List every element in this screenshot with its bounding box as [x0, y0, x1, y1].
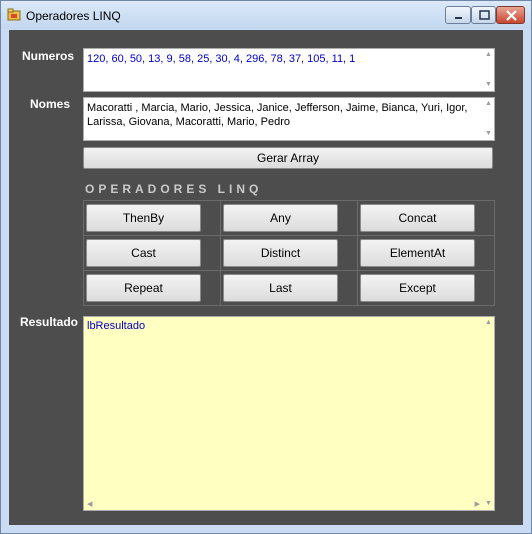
gerar-array-button[interactable]: Gerar Array: [83, 147, 493, 169]
cast-button[interactable]: Cast: [86, 239, 201, 267]
any-button[interactable]: Any: [223, 204, 338, 232]
numeros-label: Numeros: [22, 49, 75, 63]
maximize-icon: [479, 10, 490, 20]
window-title: Operadores LINQ: [26, 9, 121, 23]
elementat-button[interactable]: ElementAt: [360, 239, 475, 267]
app-icon: [7, 8, 21, 21]
scroll-up-icon[interactable]: ▲: [485, 100, 492, 108]
numeros-scrollbar[interactable]: ▲ ▼: [482, 49, 494, 91]
close-button[interactable]: [496, 6, 525, 24]
form-client-area: Numeros 120, 60, 50, 13, 9, 58, 25, 30, …: [9, 30, 523, 525]
except-button[interactable]: Except: [360, 274, 475, 302]
scroll-right-icon[interactable]: ▶: [475, 500, 480, 508]
minimize-icon: [455, 17, 462, 19]
scroll-down-icon[interactable]: ▼: [485, 81, 492, 89]
close-icon: [506, 10, 517, 21]
thenby-button[interactable]: ThenBy: [86, 204, 201, 232]
numeros-value: 120, 60, 50, 13, 9, 58, 25, 30, 4, 296, …: [87, 53, 356, 65]
repeat-button[interactable]: Repeat: [86, 274, 201, 302]
numeros-textbox[interactable]: 120, 60, 50, 13, 9, 58, 25, 30, 4, 296, …: [83, 48, 495, 92]
resultado-text: lbResultado: [87, 320, 146, 332]
scroll-up-icon[interactable]: ▲: [485, 51, 492, 59]
grid-divider: [84, 270, 494, 271]
scroll-down-icon[interactable]: ▼: [485, 500, 492, 508]
section-title: OPERADORES LINQ: [85, 182, 263, 196]
last-button[interactable]: Last: [223, 274, 338, 302]
title-bar[interactable]: Operadores LINQ: [1, 1, 531, 29]
scroll-down-icon[interactable]: ▼: [485, 130, 492, 138]
maximize-button[interactable]: [471, 6, 496, 24]
distinct-button[interactable]: Distinct: [223, 239, 338, 267]
nomes-scrollbar[interactable]: ▲ ▼: [482, 98, 494, 140]
grid-divider: [357, 201, 358, 305]
resultado-listbox[interactable]: lbResultado ▲ ▼ ◀ ▶: [83, 316, 495, 511]
grid-divider: [84, 235, 494, 236]
scroll-up-icon[interactable]: ▲: [485, 319, 492, 327]
nomes-textbox[interactable]: Macoratti , Marcia, Mario, Jessica, Jani…: [83, 97, 495, 141]
nomes-value: Macoratti , Marcia, Mario, Jessica, Jani…: [87, 102, 468, 128]
resultado-label: Resultado: [20, 315, 79, 329]
app-window: Operadores LINQ Numeros 120, 60, 50, 13,…: [0, 0, 532, 534]
concat-button[interactable]: Concat: [360, 204, 475, 232]
nomes-label: Nomes: [30, 97, 71, 111]
resultado-vscrollbar[interactable]: ▲ ▼: [482, 317, 494, 510]
resultado-hscrollbar[interactable]: ◀ ▶: [84, 498, 482, 510]
scroll-left-icon[interactable]: ◀: [87, 500, 92, 508]
grid-divider: [220, 201, 221, 305]
minimize-button[interactable]: [445, 6, 471, 24]
